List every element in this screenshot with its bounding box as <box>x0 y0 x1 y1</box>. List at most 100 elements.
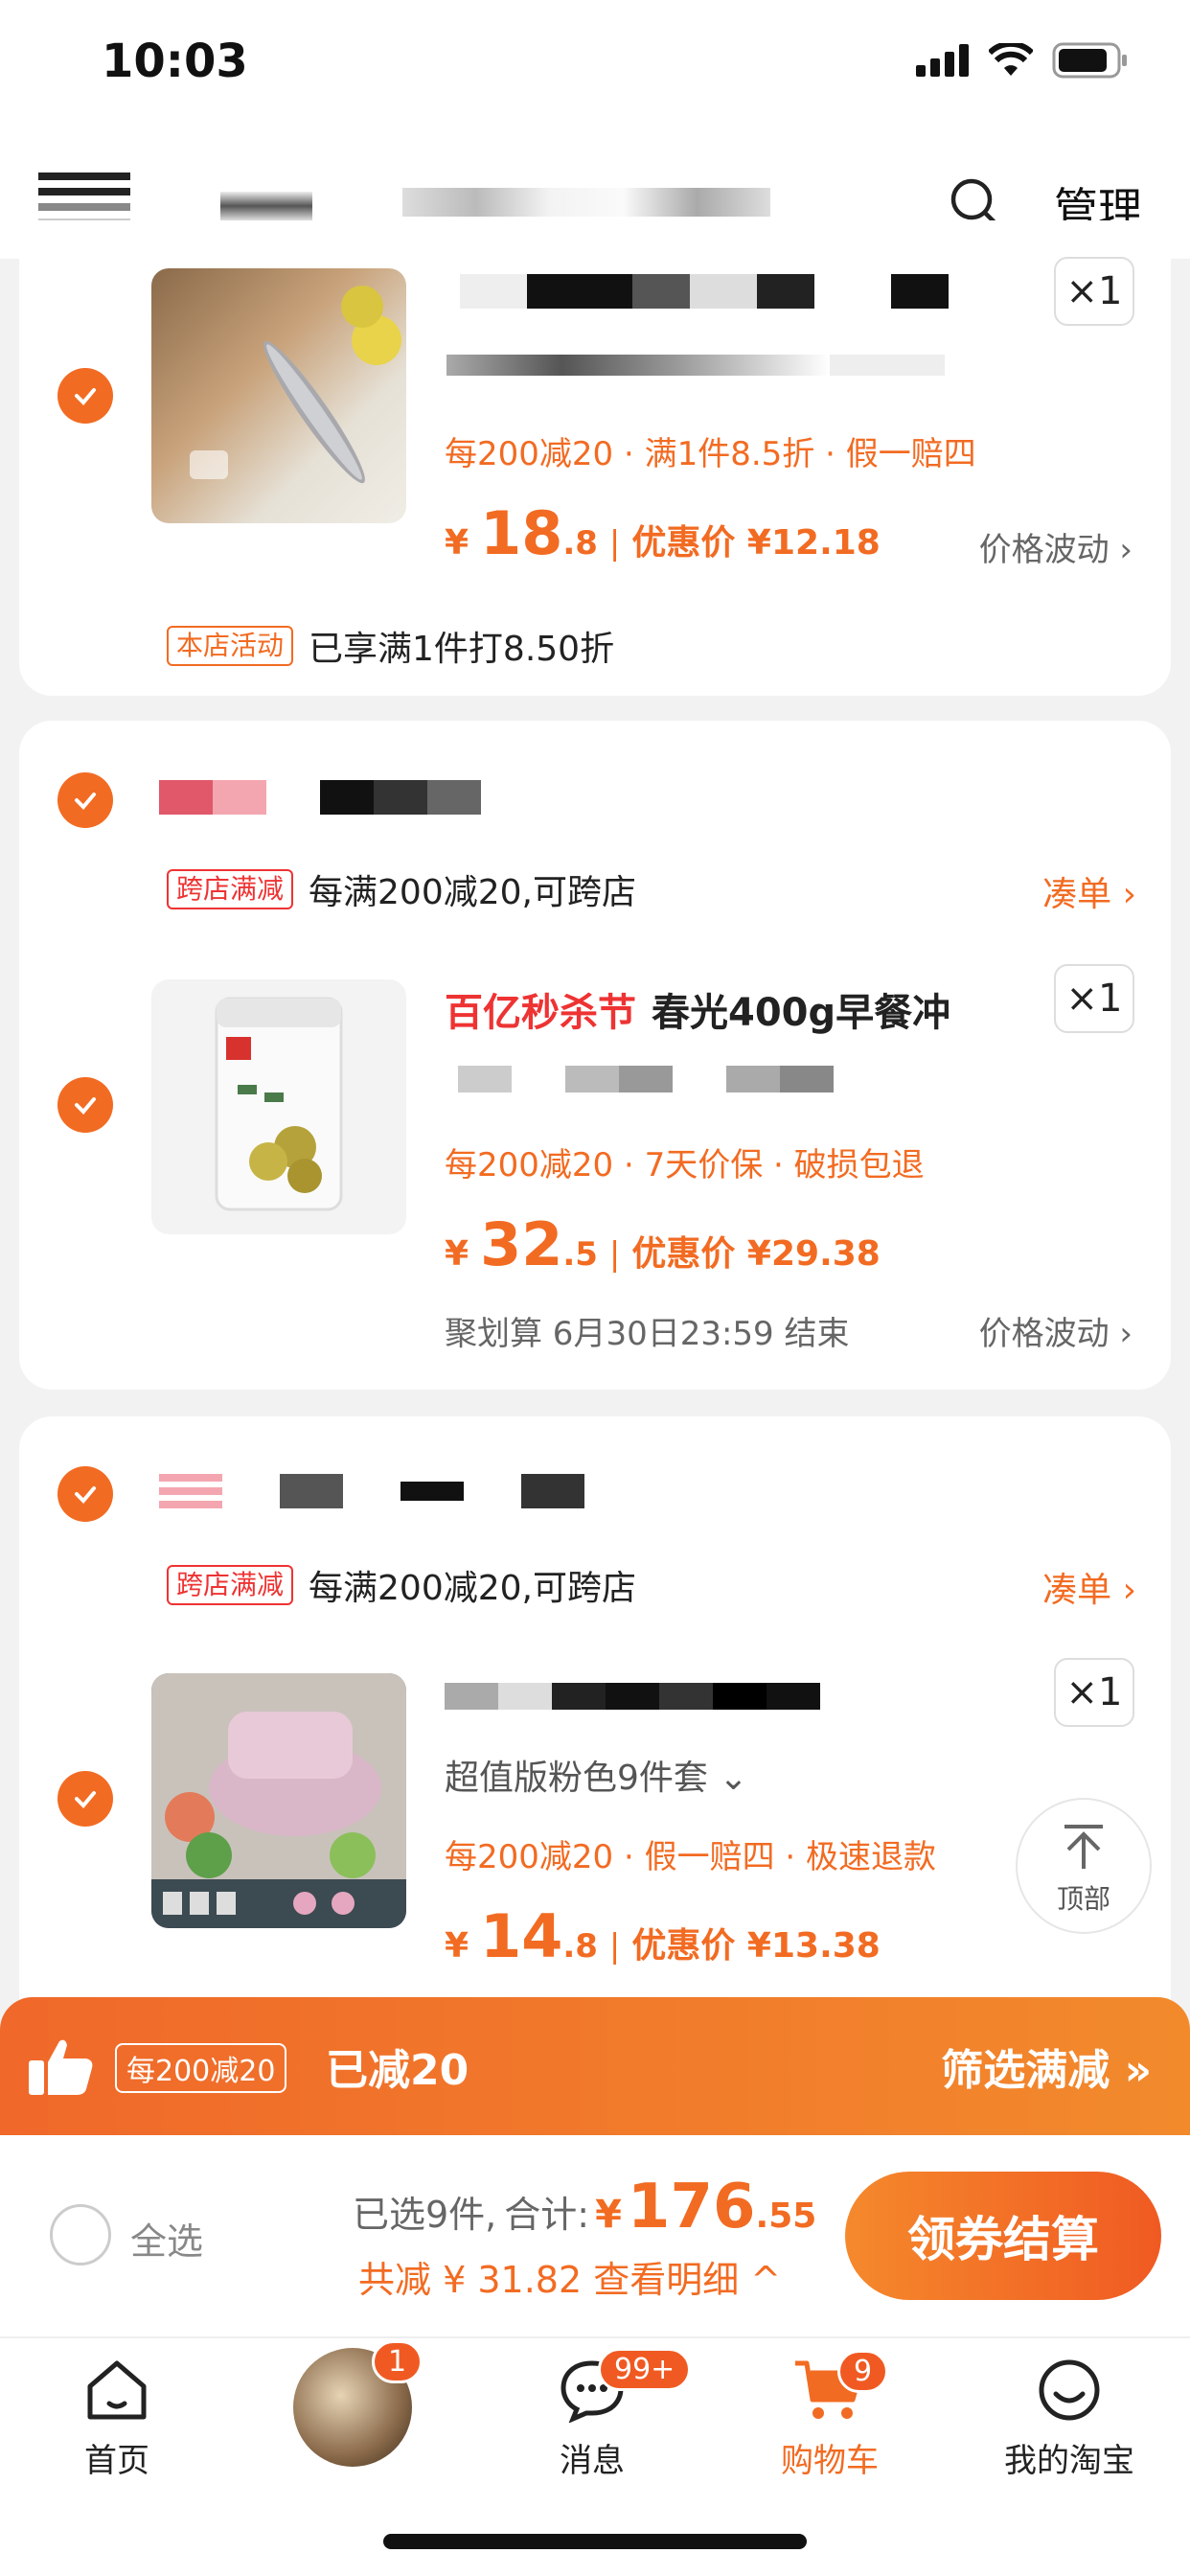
banner-tag: 每200减20 <box>115 2043 287 2093</box>
status-time: 10:03 <box>102 34 248 88</box>
discount-price: 优惠价 ¥12.18 <box>631 523 881 563</box>
check-icon <box>75 1791 96 1808</box>
tab-me[interactable]: 我的淘宝 <box>973 2358 1165 2481</box>
coudan-link[interactable]: 凑单 › <box>1042 866 1136 916</box>
price-integer: 32 <box>480 1209 563 1279</box>
cart-item-card: ×1 每200减20 · 满1件8.5折 · 假一赔四 ¥ 18 .8 | 优惠… <box>19 220 1171 696</box>
back-to-top-label: 顶部 <box>1056 1883 1110 1915</box>
checkout-bar: 全选 已选9件, 合计: ¥ 176 .55 共减 ¥ 31.82 查看明细 ^… <box>0 2135 1190 2336</box>
store-checkbox[interactable] <box>57 772 113 828</box>
total-label: 合计: <box>504 2194 590 2236</box>
select-all-radio[interactable] <box>50 2204 111 2266</box>
redacted-store-name <box>159 1474 584 1508</box>
total-currency: ¥ <box>595 2193 622 2237</box>
price-separator: | <box>608 1927 621 1966</box>
quantity-stepper[interactable]: ×1 <box>1054 257 1134 326</box>
deal-footnote: 聚划算 6月30日23:59 结束 <box>445 1315 850 1353</box>
messages-badge: 99+ <box>598 2348 692 2391</box>
redacted-product-sku <box>446 355 945 376</box>
filter-discount-link[interactable]: 筛选满减 » <box>941 2036 1152 2097</box>
home-icon <box>87 2360 147 2420</box>
redacted-subtitle <box>402 188 770 217</box>
redacted-product-title <box>460 274 949 309</box>
total-decimal: .55 <box>755 2196 817 2236</box>
check-icon <box>75 1486 96 1504</box>
back-to-top-button[interactable]: 顶部 <box>1016 1798 1152 1934</box>
price-decimal: .8 <box>562 524 598 563</box>
tab-messages[interactable]: 消息 99+ <box>496 2348 692 2481</box>
item-checkbox[interactable] <box>57 368 113 424</box>
discount-price: 优惠价 ¥29.38 <box>631 1234 881 1274</box>
price-decimal: .5 <box>562 1235 598 1274</box>
vegetable-cutter-image <box>151 1673 406 1928</box>
price-integer: 18 <box>480 498 563 568</box>
price-integer: 14 <box>480 1901 563 1971</box>
promo-line: 每200减20 · 7天价保 · 破损包退 <box>445 1146 925 1184</box>
tab-cart[interactable]: 购物车 9 <box>734 2350 926 2481</box>
product-title-highlight: 百亿秒杀节 <box>445 991 636 1035</box>
activity-text: 已享满1件打8.50折 <box>309 630 615 669</box>
product-title[interactable]: 百亿秒杀节 春光400g早餐冲 <box>445 981 950 1037</box>
redacted-product-sku <box>458 1066 834 1092</box>
checkout-button[interactable]: 领券结算 <box>845 2172 1161 2300</box>
activity-row: 本店活动 已享满1件打8.50折 <box>167 621 614 671</box>
check-icon <box>75 793 96 810</box>
promo-banner[interactable]: 每200减20 已减20 筛选满减 » <box>0 1997 1190 2135</box>
store-card: 跨店满减 每满200减20,可跨店 凑单 › 超值版粉色9件套 ⌄ ×1 每20… <box>19 1416 1171 2030</box>
price-fluctuation-link[interactable]: 价格波动 › <box>979 1307 1133 1354</box>
product-image[interactable] <box>151 268 406 523</box>
tab-cart-label: 购物车 <box>781 2442 879 2480</box>
promo-line: 每200减20 · 满1件8.5折 · 假一赔四 <box>445 435 976 473</box>
price-separator: | <box>608 1235 621 1274</box>
check-icon <box>75 388 96 405</box>
quantity-stepper[interactable]: ×1 <box>1054 964 1134 1033</box>
home-indicator <box>383 2534 807 2549</box>
cart-badge: 9 <box>837 2350 889 2393</box>
price: ¥ 14 .8 | 优惠价 ¥13.38 <box>445 1901 881 1971</box>
banner-text: 已减20 <box>326 2046 469 2095</box>
discount-price: 优惠价 ¥13.38 <box>631 1926 881 1966</box>
battery-icon <box>1052 42 1127 79</box>
price-currency: ¥ <box>445 1234 469 1274</box>
total-integer: 176 <box>627 2172 756 2242</box>
store-promo-row: 跨店满减 每满200减20,可跨店 <box>167 864 636 914</box>
order-summary: 已选9件, 合计: ¥ 176 .55 <box>353 2172 816 2242</box>
select-all-label[interactable]: 全选 <box>130 2212 203 2265</box>
store-checkbox[interactable] <box>57 1466 113 1522</box>
status-icons <box>916 42 1129 79</box>
store-promo-row: 跨店满减 每满200减20,可跨店 <box>167 1560 636 1610</box>
tab-home[interactable]: 首页 <box>21 2358 213 2481</box>
product-image[interactable] <box>151 979 406 1234</box>
price-decimal: .8 <box>562 1927 598 1966</box>
redacted-title <box>220 192 312 220</box>
selected-count: 已选9件, <box>353 2194 497 2236</box>
signal-icon <box>916 44 969 77</box>
price: ¥ 18 .8 | 优惠价 ¥12.18 <box>445 498 881 568</box>
product-image[interactable] <box>151 1673 406 1928</box>
store-card: 跨店满减 每满200减20,可跨店 凑单 › 百亿秒杀节 春光400g早餐冲 ×… <box>19 721 1171 1390</box>
tab-me-label: 我的淘宝 <box>1004 2442 1134 2480</box>
price-fluctuation-link[interactable]: 价格波动 › <box>979 523 1133 570</box>
smile-icon <box>1039 2359 1100 2421</box>
activity-tag: 本店活动 <box>167 626 294 666</box>
product-title-text: 春光400g早餐冲 <box>652 991 951 1035</box>
sku-selector[interactable]: 超值版粉色9件套 ⌄ <box>445 1750 748 1800</box>
store-promo-text: 每满200减20,可跨店 <box>309 873 636 912</box>
arrow-up-icon <box>1064 1825 1103 1869</box>
price-currency: ¥ <box>445 1926 469 1966</box>
store-promo-tag: 跨店满减 <box>167 1565 294 1605</box>
check-icon <box>75 1097 96 1115</box>
item-checkbox[interactable] <box>57 1771 113 1827</box>
price-currency: ¥ <box>445 523 469 563</box>
discount-details-link[interactable]: 共减 ¥ 31.82 查看明细 ^ <box>358 2250 781 2303</box>
redacted-store-name <box>159 780 481 815</box>
status-bar: 10:03 <box>0 0 1190 134</box>
tab-feed[interactable]: 1 <box>257 2340 448 2467</box>
thumbs-up-icon <box>29 2039 93 2095</box>
quantity-stepper[interactable]: ×1 <box>1054 1658 1134 1727</box>
price: ¥ 32 .5 | 优惠价 ¥29.38 <box>445 1209 881 1279</box>
tab-messages-label: 消息 <box>560 2442 625 2480</box>
total-amount: ¥ 176 .55 <box>589 2172 816 2242</box>
coudan-link[interactable]: 凑单 › <box>1042 1562 1136 1612</box>
item-checkbox[interactable] <box>57 1077 113 1133</box>
